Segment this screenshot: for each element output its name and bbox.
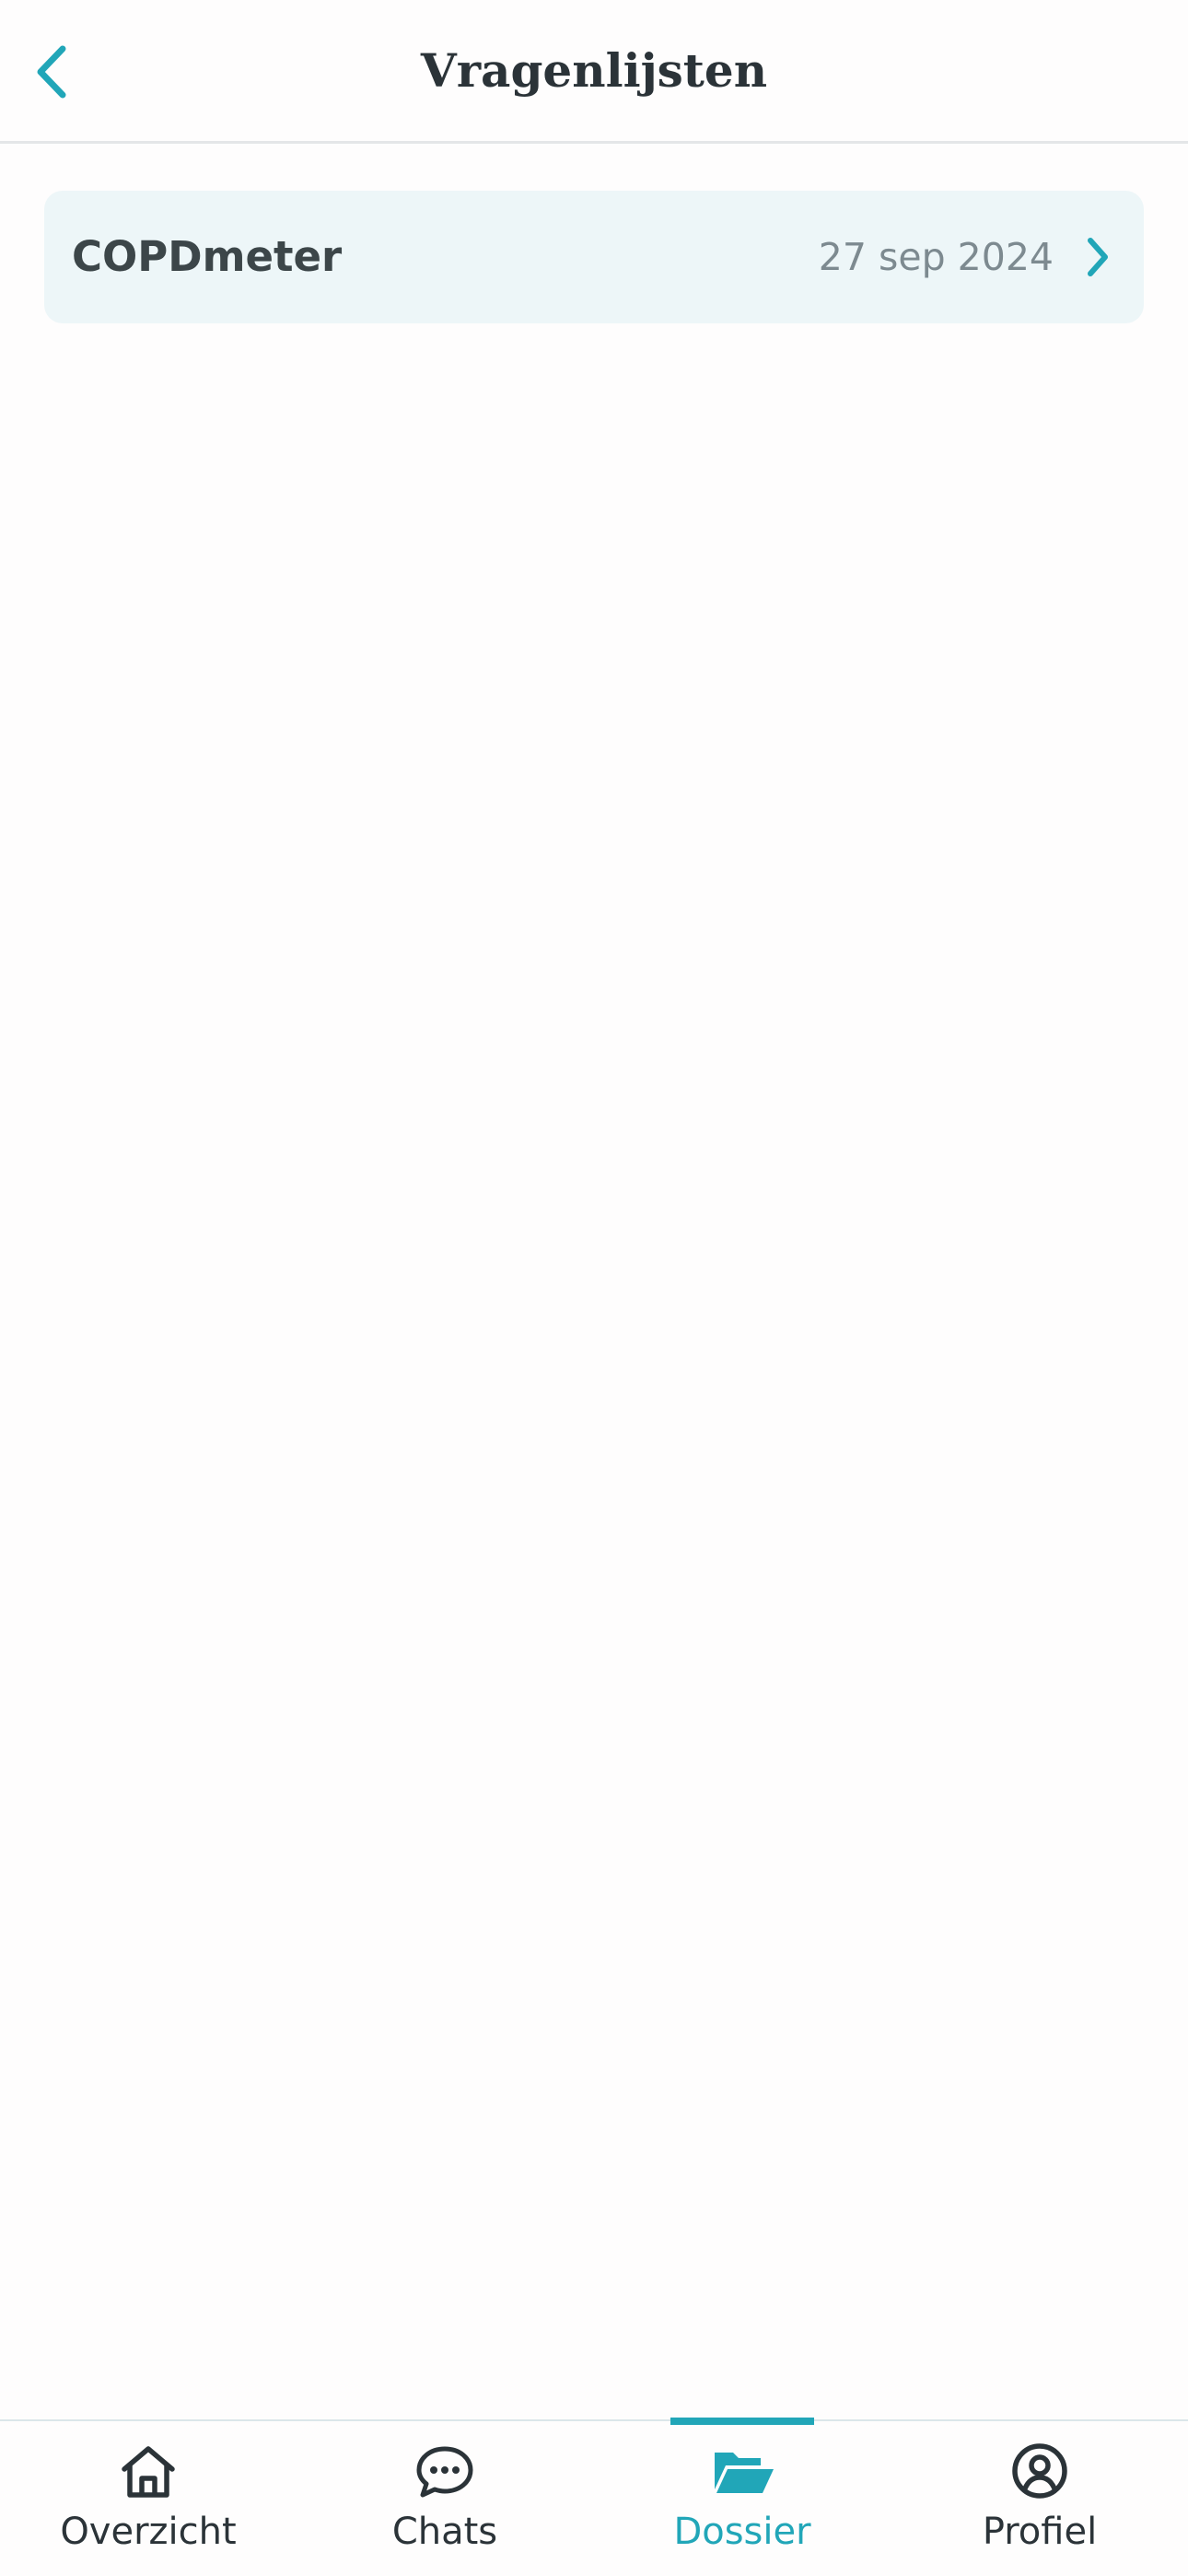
- tab-dossier[interactable]: Dossier: [594, 2418, 891, 2576]
- tab-profiel[interactable]: Profiel: [891, 2421, 1188, 2576]
- active-tab-indicator: [670, 2418, 814, 2425]
- tab-label: Chats: [391, 2511, 498, 2553]
- list-item[interactable]: COPDmeter 27 sep 2024: [44, 191, 1144, 323]
- tab-label: Overzicht: [60, 2511, 237, 2553]
- tab-label: Profiel: [982, 2511, 1098, 2553]
- questionnaire-date: 27 sep 2024: [818, 235, 1054, 279]
- chevron-right-icon: [1088, 238, 1108, 276]
- tab-label: Dossier: [673, 2511, 811, 2553]
- app-screen: Vragenlijsten COPDmeter 27 sep 2024 Over…: [0, 0, 1188, 2576]
- user-circle-icon: [1012, 2443, 1067, 2499]
- tab-chats[interactable]: Chats: [297, 2421, 593, 2576]
- folder-open-icon: [715, 2453, 774, 2493]
- bottom-tab-bar: Overzicht Chats Dossier Profiel: [0, 2418, 1188, 2576]
- home-icon: [122, 2446, 175, 2498]
- questionnaire-title: COPDmeter: [72, 232, 343, 281]
- questionnaire-list: COPDmeter 27 sep 2024: [44, 191, 1144, 323]
- tab-overzicht[interactable]: Overzicht: [0, 2421, 297, 2576]
- header-bar: Vragenlijsten: [0, 0, 1188, 144]
- chat-bubble-icon: [416, 2446, 473, 2498]
- page-title: Vragenlijsten: [420, 43, 768, 98]
